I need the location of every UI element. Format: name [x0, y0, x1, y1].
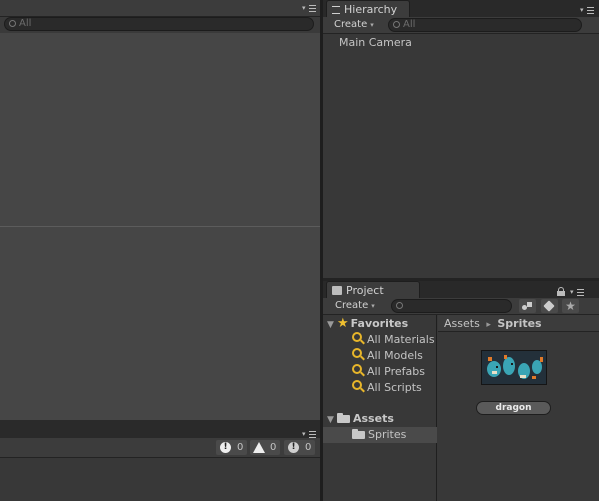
- info-icon: !: [220, 442, 231, 453]
- tab-hierarchy[interactable]: Hierarchy: [326, 0, 410, 17]
- search-icon: [393, 21, 400, 28]
- favorites-item[interactable]: All Prefabs: [352, 364, 425, 380]
- project-create-button[interactable]: Create ▾: [335, 299, 375, 313]
- scene-options-menu-icon[interactable]: ▾: [302, 4, 316, 13]
- assets-folder[interactable]: ▼ Assets: [327, 411, 394, 427]
- search-icon: [396, 302, 403, 309]
- scene-toolbar: [0, 0, 320, 17]
- console-log-area[interactable]: [0, 458, 320, 501]
- hierarchy-create-label: Create: [334, 19, 368, 30]
- favorites-item-label: All Scripts: [367, 381, 422, 394]
- console-tabstrip: [0, 420, 320, 438]
- hierarchy-panel[interactable]: Hierarchy ▾ Create ▾ All Main Camera: [323, 0, 599, 278]
- error-icon: !: [288, 442, 299, 453]
- search-icon: [9, 20, 16, 27]
- search-icon: [352, 332, 365, 345]
- project-options-menu-icon[interactable]: ▾: [570, 288, 584, 297]
- warning-icon: [253, 442, 265, 453]
- folder-icon: [352, 429, 365, 439]
- console-error-count: 0: [305, 442, 312, 453]
- hierarchy-item-label: Main Camera: [339, 36, 412, 49]
- asset-name-label[interactable]: dragon: [476, 401, 551, 415]
- scene-viewport-lower[interactable]: [0, 227, 320, 420]
- star-icon: ★: [337, 316, 349, 331]
- folder-icon: [337, 413, 350, 423]
- scene-panel[interactable]: ▾ All ▾ ! 0 0 ! 0: [0, 0, 320, 501]
- search-icon: [352, 348, 365, 361]
- favorites-label: Favorites: [350, 317, 409, 330]
- hierarchy-item[interactable]: Main Camera: [339, 35, 412, 51]
- favorites-item-label: All Models: [367, 349, 423, 362]
- breadcrumb: Assets ▸ Sprites: [444, 315, 542, 332]
- scene-viewport-upper[interactable]: [0, 33, 320, 226]
- tag-icon[interactable]: [541, 299, 558, 313]
- sprites-folder[interactable]: Sprites: [323, 427, 437, 443]
- project-create-label: Create: [335, 300, 369, 311]
- star-icon[interactable]: ★: [562, 299, 579, 313]
- console-error-toggle[interactable]: ! 0: [284, 440, 315, 455]
- console-info-toggle[interactable]: ! 0: [216, 440, 247, 455]
- favorites-item[interactable]: All Scripts: [352, 380, 422, 396]
- chevron-down-icon: ▾: [371, 302, 375, 310]
- favorites-item-label: All Materials: [367, 333, 435, 346]
- favorites-item[interactable]: All Materials: [352, 332, 435, 348]
- breadcrumb-separator: ▸: [486, 320, 491, 330]
- hierarchy-search-placeholder: All: [403, 19, 416, 30]
- project-search-input[interactable]: [391, 299, 512, 313]
- favorites-item-label: All Prefabs: [367, 365, 425, 378]
- tab-project-label: Project: [346, 284, 384, 297]
- assets-folder-label: Assets: [353, 412, 394, 425]
- list-icon: [332, 6, 340, 14]
- folder-icon: [332, 286, 342, 295]
- favorites-header[interactable]: ▼ ★ Favorites: [327, 316, 408, 332]
- tab-hierarchy-label: Hierarchy: [344, 3, 398, 16]
- hierarchy-search-input[interactable]: All: [388, 18, 582, 32]
- shapes-icon[interactable]: [519, 299, 536, 313]
- scene-search-input[interactable]: All: [4, 17, 314, 31]
- console-info-count: 0: [237, 442, 244, 453]
- favorites-item[interactable]: All Models: [352, 348, 423, 364]
- tab-project[interactable]: Project: [326, 281, 420, 298]
- sprites-folder-label: Sprites: [368, 428, 407, 441]
- chevron-down-icon: ▾: [370, 21, 374, 29]
- expand-arrow-icon[interactable]: ▼: [327, 412, 337, 428]
- expand-arrow-icon[interactable]: ▼: [327, 317, 337, 333]
- dragon-thumbnail[interactable]: [481, 350, 547, 385]
- hierarchy-options-menu-icon[interactable]: ▾: [580, 6, 594, 15]
- lock-icon[interactable]: [557, 287, 565, 296]
- breadcrumb-root[interactable]: Assets: [444, 317, 480, 330]
- search-icon: [352, 364, 365, 377]
- hierarchy-create-button[interactable]: Create ▾: [334, 18, 374, 32]
- breadcrumb-current[interactable]: Sprites: [497, 317, 541, 330]
- console-warning-toggle[interactable]: 0: [250, 440, 280, 455]
- scene-search-placeholder: All: [19, 18, 32, 29]
- search-icon: [352, 380, 365, 393]
- console-warning-count: 0: [270, 442, 277, 453]
- dragon-sprite-image: [482, 351, 546, 384]
